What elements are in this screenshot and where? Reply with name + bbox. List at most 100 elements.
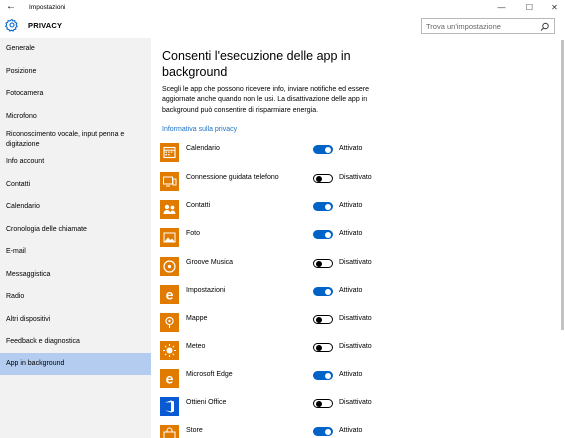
app-row-impostazioni: e Impostazioni Attivato <box>160 285 390 305</box>
toggle-state-label: Disattivato <box>339 315 372 322</box>
toggle-knob <box>325 288 331 295</box>
sidebar-item-info-account[interactable]: Info account <box>0 157 151 167</box>
sidebar-item-riconoscimento-vocale[interactable]: Riconoscimento vocale, input penna e dig… <box>0 130 140 150</box>
sidebar-item-messaggistica[interactable]: Messaggistica <box>0 270 151 280</box>
toggle-state-label: Disattivato <box>339 399 372 406</box>
background-toggle-calendario[interactable] <box>313 145 333 154</box>
maps-icon <box>160 313 179 332</box>
maximize-button[interactable]: ☐ <box>516 0 543 15</box>
window-title: Impostazioni <box>29 4 66 11</box>
toggle-knob <box>316 316 322 323</box>
svg-text:e: e <box>166 371 174 387</box>
app-row-store: Store Attivato <box>160 425 390 438</box>
toggle-state-label: Attivato <box>339 287 363 294</box>
app-row-mappe: Mappe Disattivato <box>160 313 390 333</box>
background-toggle-groove-musica[interactable] <box>313 259 333 268</box>
sidebar: Generale Posizione Fotocamera Microfono … <box>0 38 151 438</box>
toggle-knob <box>325 203 331 210</box>
app-row-connessione-telefono: Connessione guidata telefono Disattivato <box>160 172 390 192</box>
sidebar-item-posizione[interactable]: Posizione <box>0 67 151 77</box>
search-icon[interactable] <box>540 22 550 32</box>
toggle-state-label: Disattivato <box>339 174 372 181</box>
app-row-foto: Foto Attivato <box>160 228 390 248</box>
search-box[interactable] <box>421 18 555 34</box>
sidebar-item-feedback[interactable]: Feedback e diagnostica <box>0 337 151 347</box>
sidebar-item-radio[interactable]: Radio <box>0 292 151 302</box>
section-title: PRIVACY <box>28 21 63 30</box>
background-toggle-meteo[interactable] <box>313 343 333 352</box>
toggle-knob <box>325 372 331 379</box>
app-row-microsoft-edge: e Microsoft Edge Attivato <box>160 369 390 389</box>
people-icon <box>160 200 179 219</box>
sidebar-item-cronologia-chiamate[interactable]: Cronologia delle chiamate <box>0 225 151 235</box>
back-button[interactable]: ← <box>4 1 18 14</box>
app-name: Meteo <box>186 343 206 350</box>
photos-icon <box>160 228 179 247</box>
page-description: Scegli le app che possono ricevere info,… <box>162 86 370 114</box>
toggle-knob <box>316 260 322 267</box>
sidebar-item-app-in-background[interactable]: App in background <box>0 353 151 375</box>
store-icon <box>160 425 179 438</box>
toggle-state-label: Disattivato <box>339 259 372 266</box>
app-row-groove-musica: Groove Musica Disattivato <box>160 257 390 277</box>
privacy-link[interactable]: Informativa sulla privacy <box>162 126 237 133</box>
app-name: Contatti <box>186 202 211 209</box>
app-row-ottieni-office: Ottieni Office Disattivato <box>160 397 390 417</box>
app-row-contatti: Contatti Attivato <box>160 200 390 220</box>
gear-icon <box>5 18 18 32</box>
sidebar-item-generale[interactable]: Generale <box>0 44 151 54</box>
sidebar-item-microfono[interactable]: Microfono <box>0 112 151 122</box>
app-name: Mappe <box>186 315 208 322</box>
app-name: Store <box>186 427 203 434</box>
weather-icon <box>160 341 179 360</box>
toggle-state-label: Disattivato <box>339 343 372 350</box>
toggle-knob <box>325 146 331 153</box>
app-name: Microsoft Edge <box>186 371 233 378</box>
main-content: Consenti l'esecuzione delle app in backg… <box>151 38 565 438</box>
toggle-state-label: Attivato <box>339 427 363 434</box>
sidebar-item-email[interactable]: E-mail <box>0 247 151 257</box>
app-name: Foto <box>186 230 201 237</box>
page-title: Consenti l'esecuzione delle app in backg… <box>162 49 351 79</box>
sidebar-item-altri-dispositivi[interactable]: Altri dispositivi <box>0 315 151 325</box>
toggle-knob <box>325 428 331 435</box>
app-name: Groove Musica <box>186 259 234 266</box>
toggle-knob <box>316 175 322 182</box>
background-toggle-connessione-telefono[interactable] <box>313 174 333 183</box>
background-toggle-ottieni-office[interactable] <box>313 399 333 408</box>
office-icon <box>160 397 179 416</box>
scrollbar[interactable] <box>560 38 565 438</box>
background-toggle-contatti[interactable] <box>313 202 333 211</box>
toggle-knob <box>316 400 322 407</box>
sidebar-item-calendario[interactable]: Calendario <box>0 202 151 212</box>
toggle-state-label: Attivato <box>339 145 363 152</box>
scrollbar-thumb[interactable] <box>561 40 564 330</box>
search-input[interactable] <box>426 21 534 32</box>
edge-e-icon: e <box>160 369 179 388</box>
background-toggle-impostazioni[interactable] <box>313 287 333 296</box>
app-name: Ottieni Office <box>186 399 227 406</box>
edge-e-icon: e <box>160 285 179 304</box>
background-toggle-foto[interactable] <box>313 230 333 239</box>
app-name: Calendario <box>186 145 220 152</box>
toggle-knob <box>316 344 322 351</box>
minimize-button[interactable]: — <box>488 0 515 15</box>
toggle-state-label: Attivato <box>339 202 363 209</box>
background-toggle-store[interactable] <box>313 427 333 436</box>
phone-companion-icon <box>160 172 179 191</box>
toggle-state-label: Attivato <box>339 371 363 378</box>
app-name: Impostazioni <box>186 287 226 294</box>
app-name: Connessione guidata telefono <box>186 174 279 181</box>
close-button[interactable]: ✕ <box>541 0 565 15</box>
sidebar-item-contatti[interactable]: Contatti <box>0 180 151 190</box>
sidebar-item-fotocamera[interactable]: Fotocamera <box>0 89 151 99</box>
background-toggle-mappe[interactable] <box>313 315 333 324</box>
calendar-icon <box>160 143 179 162</box>
groove-music-icon <box>160 257 179 276</box>
app-row-meteo: Meteo Disattivato <box>160 341 390 361</box>
app-row-calendario: Calendario Attivato <box>160 143 390 163</box>
toggle-knob <box>325 231 331 238</box>
toggle-state-label: Attivato <box>339 230 363 237</box>
background-toggle-microsoft-edge[interactable] <box>313 371 333 380</box>
svg-text:e: e <box>166 287 174 303</box>
